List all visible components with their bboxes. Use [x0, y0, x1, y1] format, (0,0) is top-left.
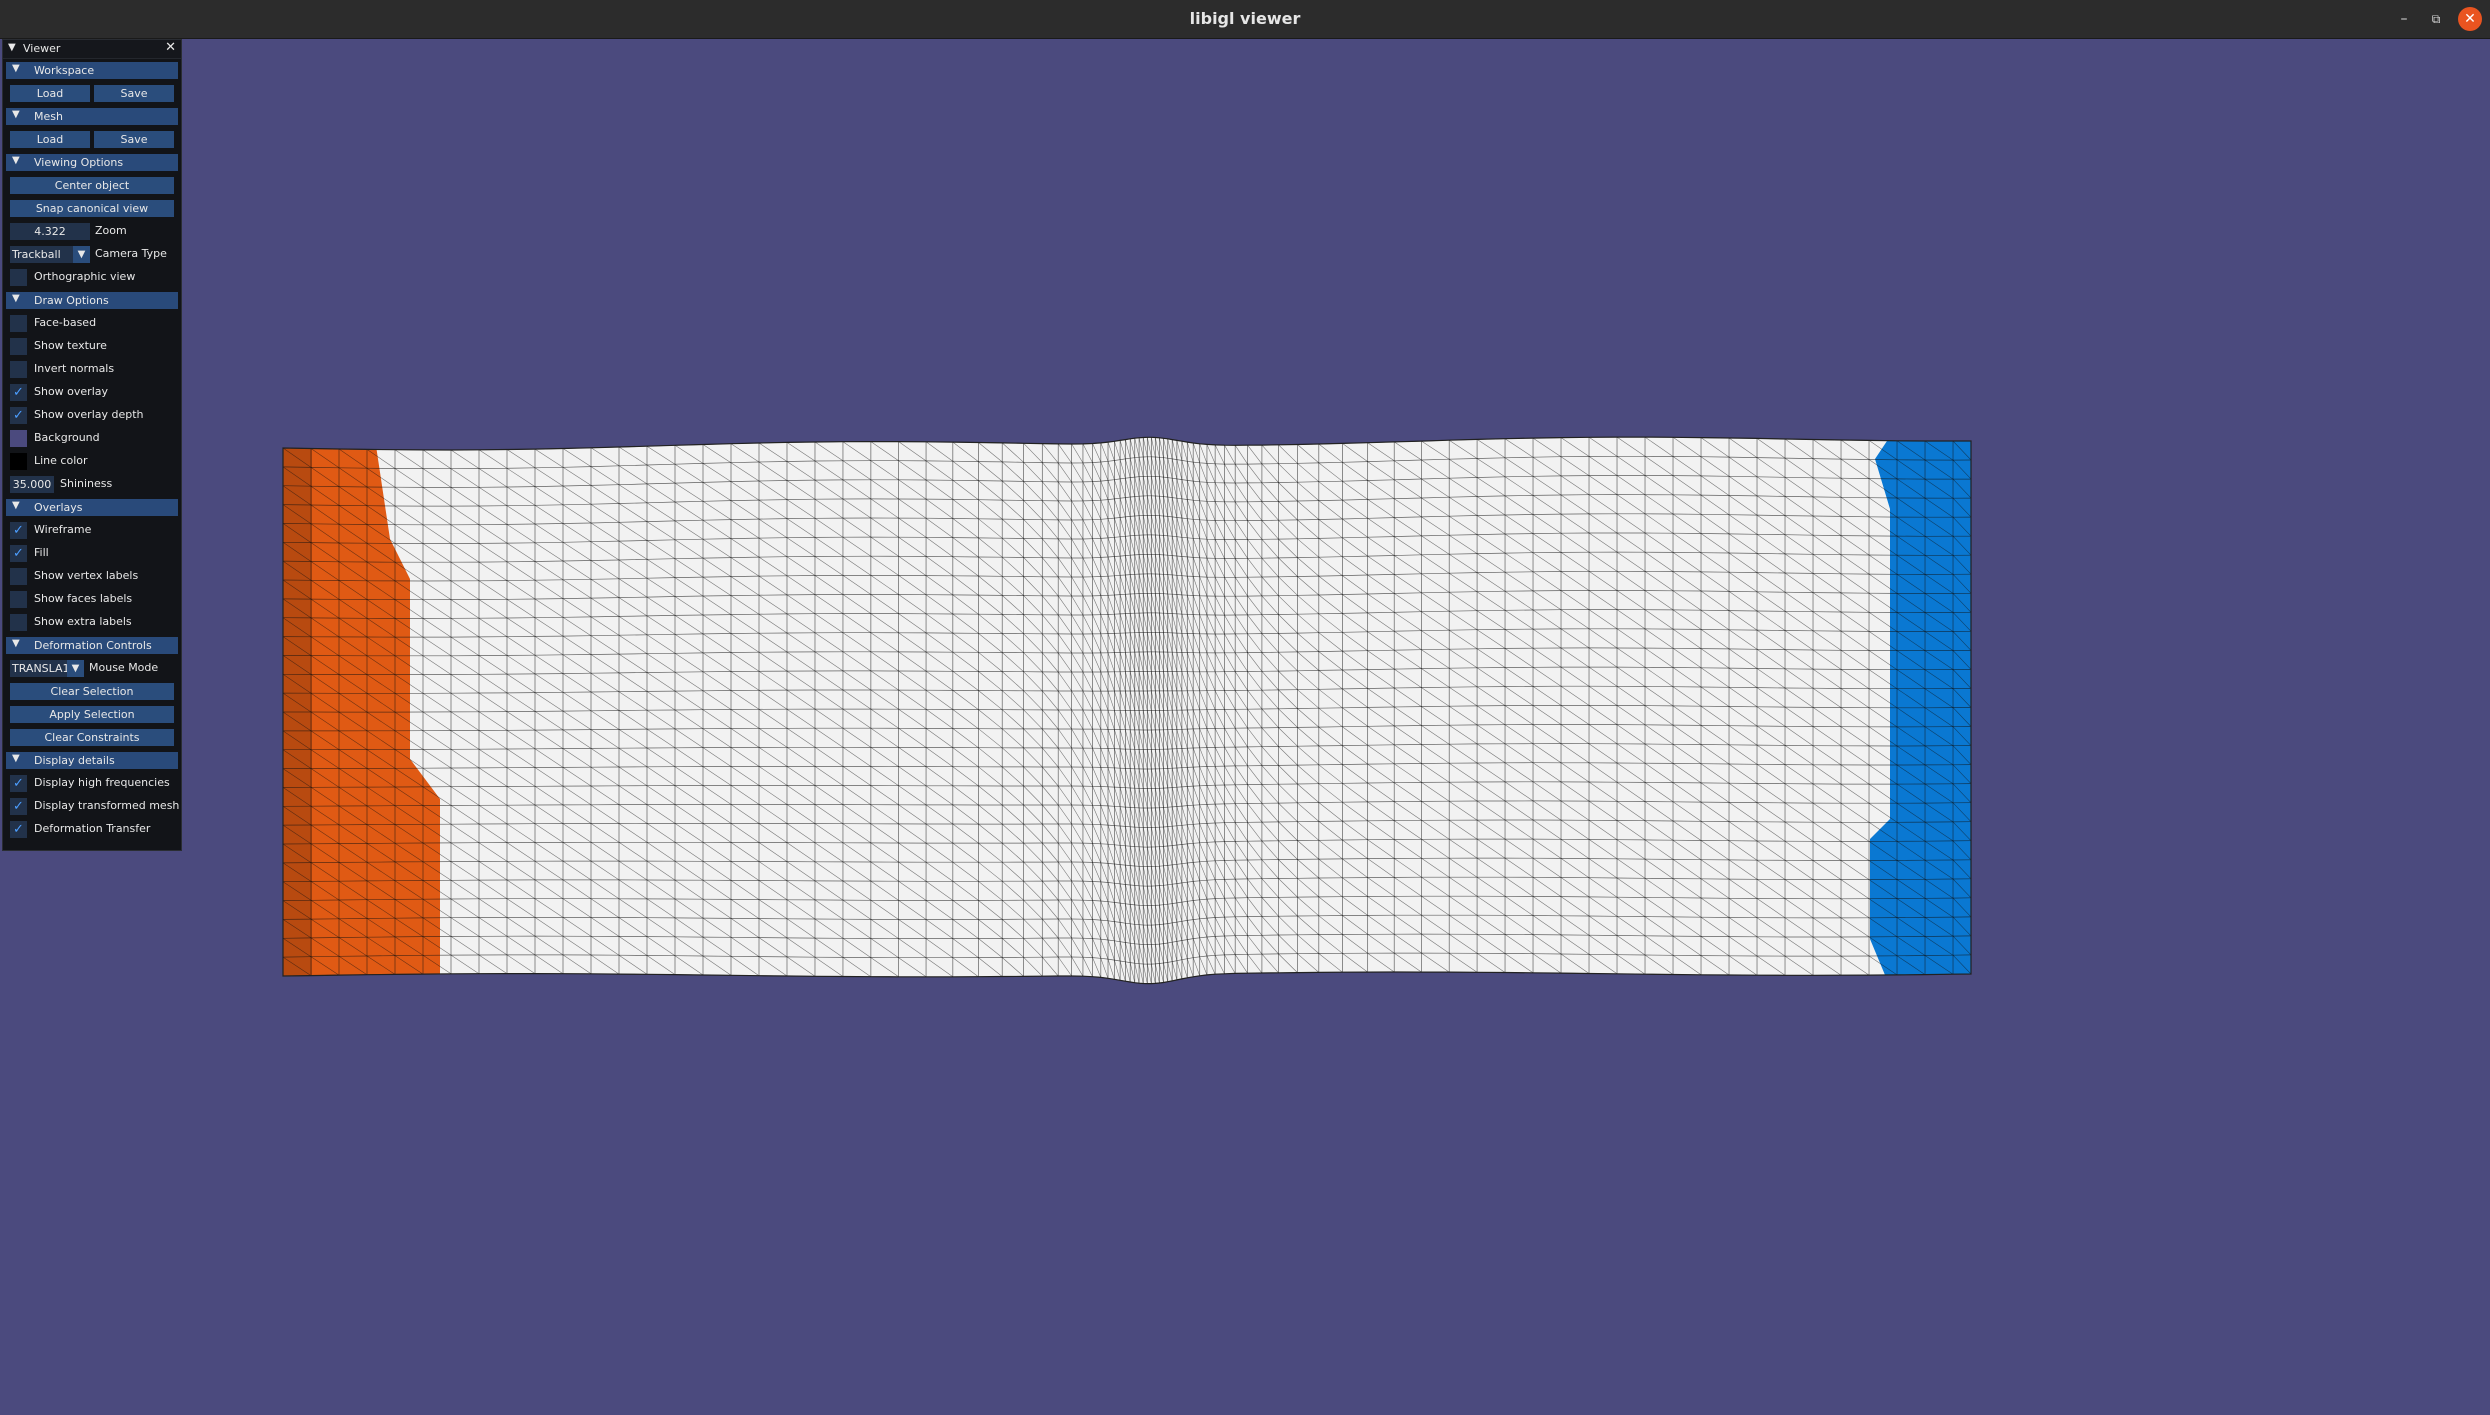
snap-canonical-view-button[interactable]: Snap canonical view [10, 200, 174, 217]
show-overlay-depth-checkbox[interactable]: ✓ [10, 407, 27, 424]
collapse-icon: ▼ [12, 155, 20, 166]
section-label: Workspace [34, 64, 95, 77]
section-label: Mesh [34, 110, 63, 123]
window-title: libigl viewer [1189, 9, 1301, 28]
section-label: Overlays [34, 501, 83, 514]
show-faces-labels-checkbox[interactable] [10, 591, 27, 608]
chevron-down-icon[interactable]: ▼ [67, 660, 84, 677]
maximize-button[interactable]: ⧉ [2424, 7, 2448, 31]
camera-type-select[interactable]: Trackball [10, 246, 74, 263]
display-high-frequencies-checkbox[interactable]: ✓ [10, 775, 27, 792]
line-color-swatch[interactable] [10, 453, 27, 470]
close-icon[interactable]: ✕ [165, 40, 176, 55]
panel-header[interactable]: ▼ Viewer ✕ [3, 40, 181, 59]
section-display-details[interactable]: ▼ Display details [6, 752, 178, 769]
deformation-transfer-checkbox[interactable]: ✓ [10, 821, 27, 838]
checkbox-label: Show faces labels [34, 592, 133, 605]
orthographic-view-checkbox[interactable] [10, 269, 27, 286]
mouse-mode-select[interactable]: TRANSLA1 [10, 660, 70, 677]
collapse-icon: ▼ [12, 63, 20, 74]
center-object-button[interactable]: Center object [10, 177, 174, 194]
checkbox-label: Line color [34, 454, 88, 467]
background-color-swatch[interactable] [10, 430, 27, 447]
mesh-save-button[interactable]: Save [94, 131, 174, 148]
checkbox-label: Show overlay depth [34, 408, 144, 421]
mesh-load-button[interactable]: Load [10, 131, 90, 148]
fill-checkbox[interactable]: ✓ [10, 545, 27, 562]
clear-selection-button[interactable]: Clear Selection [10, 683, 174, 700]
invert-normals-checkbox[interactable] [10, 361, 27, 378]
zoom-input[interactable]: 4.322 [10, 223, 90, 240]
collapse-icon[interactable]: ▼ [8, 42, 16, 53]
mouse-mode-label: Mouse Mode [89, 661, 159, 674]
checkbox-label: Face-based [34, 316, 97, 329]
workspace-save-button[interactable]: Save [94, 85, 174, 102]
checkbox-label: Show overlay [34, 385, 109, 398]
section-label: Viewing Options [34, 156, 124, 169]
section-deformation-controls[interactable]: ▼ Deformation Controls [6, 637, 178, 654]
minimize-button[interactable]: – [2392, 7, 2416, 31]
collapse-icon: ▼ [12, 109, 20, 120]
checkbox-label: Show texture [34, 339, 107, 352]
shininess-input[interactable]: 35.000 [10, 476, 54, 493]
workspace-load-button[interactable]: Load [10, 85, 90, 102]
collapse-icon: ▼ [12, 753, 20, 764]
collapse-icon: ▼ [12, 293, 20, 304]
checkbox-label: Display transformed mesh [34, 799, 180, 812]
camera-type-label: Camera Type [95, 247, 167, 260]
section-label: Draw Options [34, 294, 109, 307]
collapse-icon: ▼ [12, 638, 20, 649]
viewer-panel: ▼ Viewer ✕ ▼ Workspace Load Save ▼ Mesh … [2, 39, 182, 851]
show-vertex-labels-checkbox[interactable] [10, 568, 27, 585]
3d-viewport[interactable] [0, 39, 2490, 1415]
checkbox-label: Wireframe [34, 523, 92, 536]
checkbox-label: Display high frequencies [34, 776, 170, 789]
clear-constraints-button[interactable]: Clear Constraints [10, 729, 174, 746]
face-based-checkbox[interactable] [10, 315, 27, 332]
section-overlays[interactable]: ▼ Overlays [6, 499, 178, 516]
checkbox-label: Show vertex labels [34, 569, 139, 582]
checkbox-label: Fill [34, 546, 49, 559]
wireframe-checkbox[interactable]: ✓ [10, 522, 27, 539]
show-extra-labels-checkbox[interactable] [10, 614, 27, 631]
show-overlay-checkbox[interactable]: ✓ [10, 384, 27, 401]
show-texture-checkbox[interactable] [10, 338, 27, 355]
checkbox-label: Invert normals [34, 362, 115, 375]
section-mesh[interactable]: ▼ Mesh [6, 108, 178, 125]
mesh-canvas[interactable] [0, 39, 2490, 1415]
section-label: Display details [34, 754, 115, 767]
collapse-icon: ▼ [12, 500, 20, 511]
checkbox-label: Deformation Transfer [34, 822, 151, 835]
apply-selection-button[interactable]: Apply Selection [10, 706, 174, 723]
checkbox-label: Orthographic view [34, 270, 136, 283]
section-draw-options[interactable]: ▼ Draw Options [6, 292, 178, 309]
checkbox-label: Show extra labels [34, 615, 132, 628]
section-label: Deformation Controls [34, 639, 152, 652]
chevron-down-icon[interactable]: ▼ [73, 246, 90, 263]
section-viewing-options[interactable]: ▼ Viewing Options [6, 154, 178, 171]
left-handle-shade [283, 439, 312, 984]
zoom-label: Zoom [95, 224, 127, 237]
close-window-button[interactable]: ✕ [2458, 7, 2482, 31]
checkbox-label: Background [34, 431, 100, 444]
display-transformed-mesh-checkbox[interactable]: ✓ [10, 798, 27, 815]
shininess-label: Shininess [60, 477, 113, 490]
panel-title: Viewer [23, 42, 61, 55]
section-workspace[interactable]: ▼ Workspace [6, 62, 178, 79]
window-titlebar: libigl viewer – ⧉ ✕ [0, 0, 2490, 39]
